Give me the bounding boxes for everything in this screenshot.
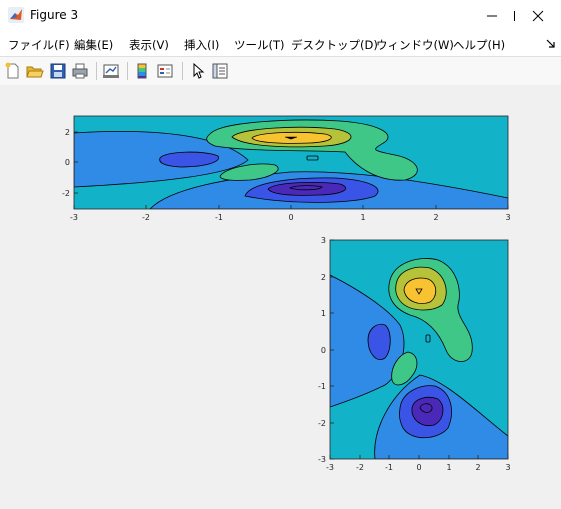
menu-bar: ファイル(F) 編集(E) 表示(V) 挿入(I) ツール(T) デスクトップ(… <box>0 32 561 56</box>
xtick-label: -1 <box>385 463 393 472</box>
xtick-label: 2 <box>475 463 480 472</box>
ytick-label: -2 <box>62 189 70 198</box>
dock-arrow-icon[interactable] <box>546 39 556 49</box>
xtick-label: 3 <box>505 213 510 222</box>
xtick-label: 0 <box>288 213 293 222</box>
menu-desktop[interactable]: デスクトップ(D) <box>291 37 378 53</box>
menu-file[interactable]: ファイル(F) <box>8 37 70 53</box>
toolbar <box>0 56 561 86</box>
ytick-label: -1 <box>318 382 326 391</box>
matlab-icon <box>8 7 24 23</box>
xtick-label: 2 <box>433 213 438 222</box>
ytick-label: 3 <box>321 236 326 245</box>
toolbar-separator <box>96 62 97 80</box>
menu-help[interactable]: ヘルプ(H) <box>453 37 505 53</box>
save-icon[interactable] <box>49 62 67 80</box>
window-title: Figure 3 <box>30 8 79 22</box>
xtick-label: 0 <box>416 463 421 472</box>
menu-insert[interactable]: 挿入(I) <box>184 37 219 53</box>
ytick-label: 1 <box>321 309 326 318</box>
ytick-label: 2 <box>321 273 326 282</box>
menu-view[interactable]: 表示(V) <box>129 37 169 53</box>
xtick-label: -3 <box>70 213 78 222</box>
figure-canvas: -3 -2 -1 0 1 2 3 2 0 -2 -3 -2 -1 0 1 2 3… <box>0 85 561 505</box>
toolbar-separator <box>127 62 128 80</box>
xtick-label: -3 <box>326 463 334 472</box>
legend-icon[interactable] <box>156 62 174 80</box>
ytick-label: 0 <box>321 346 326 355</box>
print-icon[interactable] <box>71 62 89 80</box>
toolbar-separator <box>182 62 183 80</box>
xtick-label: -1 <box>215 213 223 222</box>
property-inspector-icon[interactable] <box>211 62 229 80</box>
menu-window[interactable]: ウィンドウ(W) <box>376 37 454 53</box>
xtick-label: 1 <box>446 463 451 472</box>
xtick-label: -2 <box>142 213 150 222</box>
ytick-label: 2 <box>65 128 70 137</box>
xtick-label: 3 <box>505 463 510 472</box>
ytick-label: -3 <box>318 455 326 464</box>
pointer-icon[interactable] <box>189 62 207 80</box>
contour-plot-top[interactable] <box>74 116 508 209</box>
contour-plot-bottom[interactable] <box>330 240 508 459</box>
ytick-label: -2 <box>318 419 326 428</box>
close-icon <box>532 10 544 22</box>
maximize-button[interactable] <box>469 0 515 32</box>
ytick-label: 0 <box>65 158 70 167</box>
close-button[interactable] <box>515 0 561 32</box>
xtick-label: 1 <box>360 213 365 222</box>
colorbar-icon[interactable] <box>133 62 151 80</box>
figure-svg: -3 -2 -1 0 1 2 3 2 0 -2 -3 -2 -1 0 1 2 3… <box>62 115 511 472</box>
menu-edit[interactable]: 編集(E) <box>74 37 113 53</box>
contour-region-bottom-4 <box>289 185 323 191</box>
link-plot-icon[interactable] <box>102 62 120 80</box>
new-figure-icon[interactable] <box>4 62 22 80</box>
open-file-icon[interactable] <box>26 62 44 80</box>
xtick-label: -2 <box>356 463 364 472</box>
menu-tools[interactable]: ツール(T) <box>234 37 285 53</box>
